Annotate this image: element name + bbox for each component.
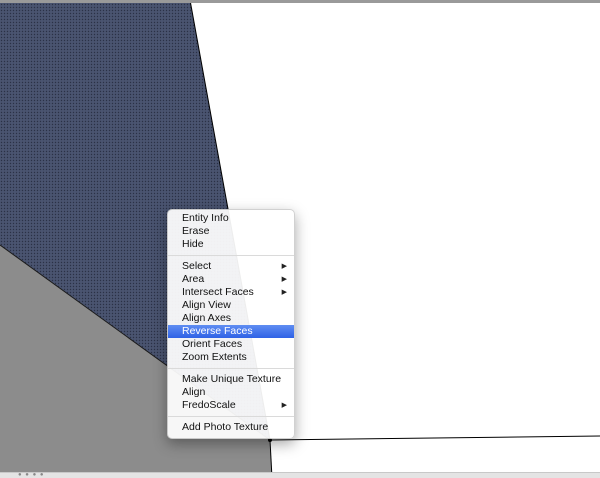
- menu-separator: [168, 416, 294, 417]
- menu-item-label: Area: [182, 273, 205, 285]
- menu-item-label: Align Axes: [182, 312, 232, 324]
- menu-item-label: Orient Faces: [182, 338, 243, 350]
- submenu-arrow-icon: ▶: [281, 402, 287, 409]
- menu-item-area[interactable]: Area ▶: [168, 273, 294, 286]
- menu-item-hide[interactable]: Hide: [168, 238, 294, 251]
- menu-item-label: Zoom Extents: [182, 351, 247, 363]
- menu-item-label: Add Photo Texture: [182, 421, 269, 433]
- menu-item-label: Intersect Faces: [182, 286, 254, 298]
- model-viewport[interactable]: ● ● ● ●: [0, 0, 600, 478]
- menu-item-label: Select: [182, 260, 212, 272]
- menu-item-reverse-faces[interactable]: Reverse Faces: [168, 325, 294, 338]
- menu-item-label: Align View: [182, 299, 231, 311]
- menu-item-intersect-faces[interactable]: Intersect Faces ▶: [168, 286, 294, 299]
- menu-item-make-unique-texture[interactable]: Make Unique Texture: [168, 373, 294, 386]
- menu-item-erase[interactable]: Erase: [168, 225, 294, 238]
- submenu-arrow-icon: ▶: [281, 263, 287, 270]
- status-bar: [0, 472, 600, 478]
- menu-item-label: Reverse Faces: [182, 325, 253, 337]
- model-canvas[interactable]: [0, 0, 600, 478]
- menu-item-align-view[interactable]: Align View: [168, 299, 294, 312]
- submenu-arrow-icon: ▶: [281, 276, 287, 283]
- menu-item-label: FredoScale: [182, 399, 236, 411]
- submenu-arrow-icon: ▶: [281, 289, 287, 296]
- menu-item-label: Entity Info: [182, 212, 229, 224]
- menu-item-fredoscale[interactable]: FredoScale ▶: [168, 399, 294, 412]
- menu-item-select[interactable]: Select ▶: [168, 260, 294, 273]
- menu-item-label: Make Unique Texture: [182, 373, 282, 385]
- menu-item-align-axes[interactable]: Align Axes: [168, 312, 294, 325]
- context-menu: Entity Info Erase Hide Select ▶ Area ▶ Intersec…: [167, 209, 295, 439]
- menu-separator: [168, 368, 294, 369]
- menu-item-add-photo-texture[interactable]: Add Photo Texture: [168, 421, 294, 434]
- menu-separator: [168, 255, 294, 256]
- status-indicator-icons: ● ● ● ●: [18, 472, 45, 478]
- window-top-border: [0, 0, 600, 3]
- menu-item-label: Erase: [182, 225, 210, 237]
- menu-item-orient-faces[interactable]: Orient Faces: [168, 338, 294, 351]
- menu-item-label: Align: [182, 386, 206, 398]
- menu-item-label: Hide: [182, 238, 204, 250]
- menu-item-zoom-extents[interactable]: Zoom Extents: [168, 351, 294, 364]
- menu-item-align[interactable]: Align: [168, 386, 294, 399]
- menu-item-entity-info[interactable]: Entity Info: [168, 212, 294, 225]
